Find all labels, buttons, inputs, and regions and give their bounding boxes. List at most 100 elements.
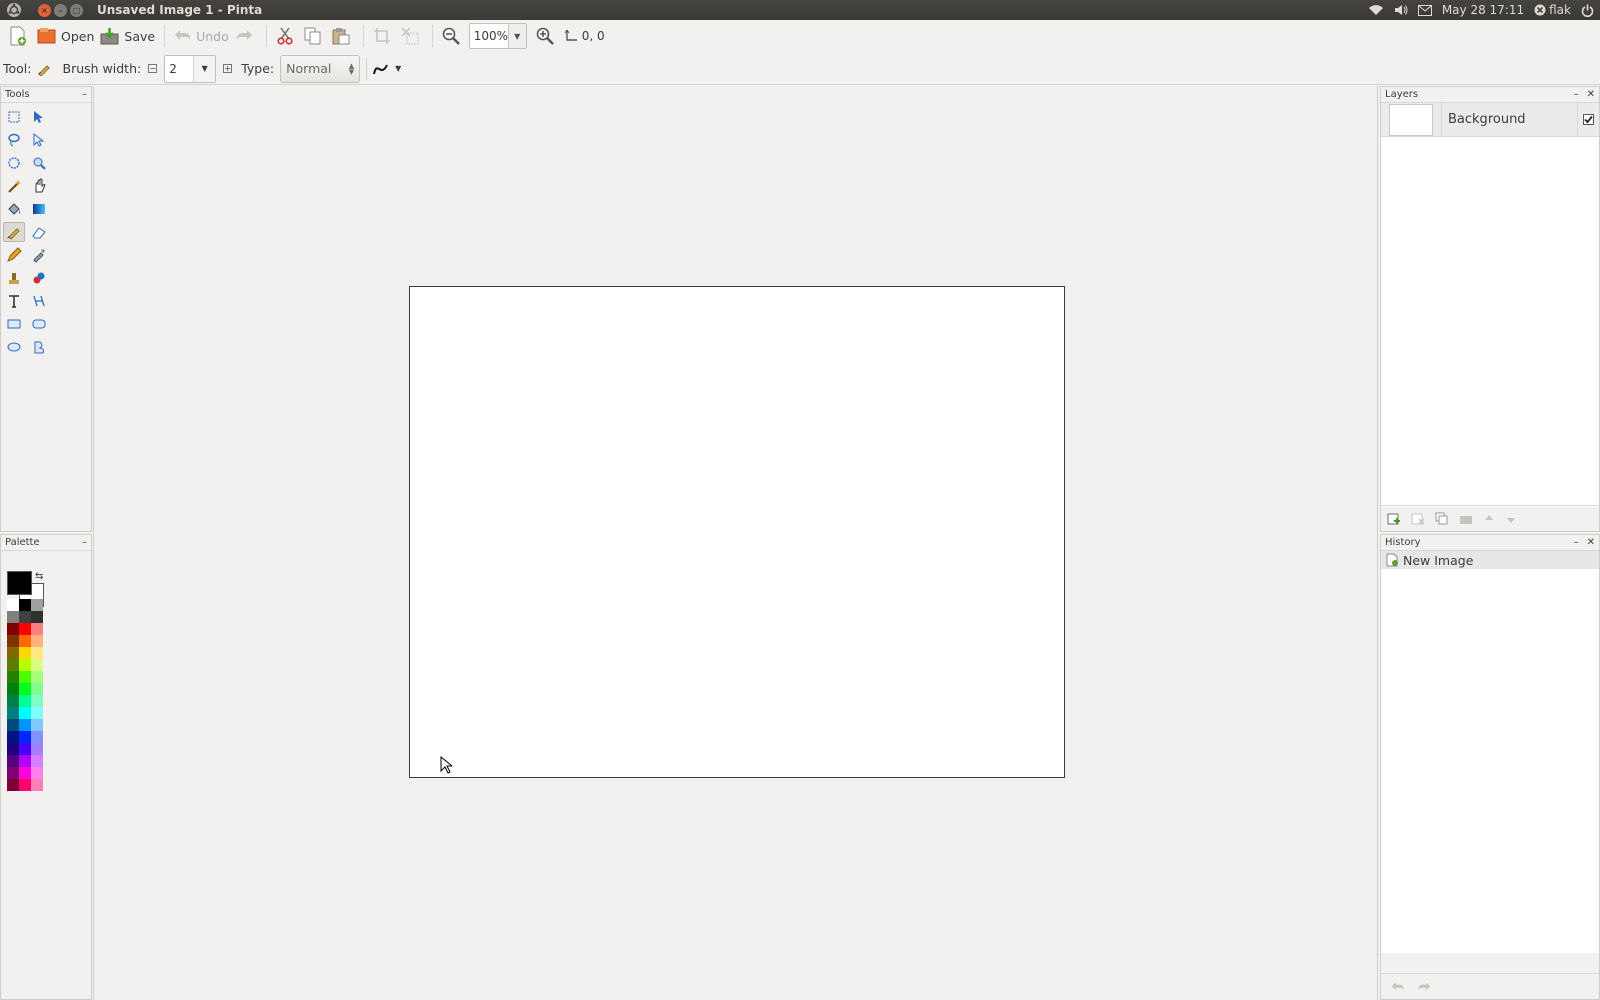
palette-color-swatch[interactable] xyxy=(7,623,19,635)
palette-color-swatch[interactable] xyxy=(7,767,19,779)
palette-color-swatch[interactable] xyxy=(19,755,31,767)
wifi-icon[interactable] xyxy=(1368,4,1384,16)
color-picker-tool-button[interactable] xyxy=(28,245,50,265)
palette-color-swatch[interactable] xyxy=(19,767,31,779)
paste-button[interactable] xyxy=(329,22,357,50)
brush-width-combo[interactable]: 2 ▼ xyxy=(164,54,217,83)
palette-color-swatch[interactable] xyxy=(19,743,31,755)
palette-color-swatch[interactable] xyxy=(31,707,43,719)
palette-color-swatch[interactable] xyxy=(7,743,19,755)
window-minimize-button[interactable]: – xyxy=(54,3,67,17)
power-icon[interactable] xyxy=(1581,4,1594,17)
cut-button[interactable] xyxy=(273,22,301,50)
palette-color-swatch[interactable] xyxy=(31,779,43,791)
minimize-icon[interactable]: – xyxy=(1574,89,1579,100)
brush-width-value[interactable]: 2 xyxy=(165,62,193,76)
palette-color-swatch[interactable] xyxy=(7,671,19,683)
palette-color-swatch[interactable] xyxy=(31,659,43,671)
palette-color-swatch[interactable] xyxy=(31,767,43,779)
copy-button[interactable] xyxy=(301,22,329,50)
type-combo[interactable]: Normal ▲ ▼ xyxy=(280,54,361,83)
redo-button[interactable] xyxy=(232,22,260,50)
save-button[interactable]: Save xyxy=(97,22,158,50)
window-close-button[interactable]: × xyxy=(38,3,51,17)
palette-color-swatch[interactable] xyxy=(31,623,43,635)
palette-color-swatch[interactable] xyxy=(19,635,31,647)
merge-layer-down-icon[interactable] xyxy=(1459,512,1473,526)
duplicate-layer-icon[interactable] xyxy=(1435,512,1449,526)
chevron-down-icon[interactable]: ▼ xyxy=(507,24,526,48)
palette-color-swatch[interactable] xyxy=(7,707,19,719)
palette-color-swatch[interactable] xyxy=(7,731,19,743)
palette-color-swatch[interactable] xyxy=(19,731,31,743)
palette-color-swatch[interactable] xyxy=(31,611,43,623)
user-icon[interactable]: flak xyxy=(1534,3,1571,17)
chevron-down-icon[interactable]: ▼ xyxy=(193,55,216,82)
zoom-value[interactable]: 100% xyxy=(470,29,508,43)
move-selected-tool-button[interactable] xyxy=(28,107,50,127)
palette-color-swatch[interactable] xyxy=(7,755,19,767)
palette-color-swatch[interactable] xyxy=(19,719,31,731)
palette-color-swatch[interactable] xyxy=(19,707,31,719)
palette-color-swatch[interactable] xyxy=(31,731,43,743)
volume-icon[interactable] xyxy=(1394,4,1408,16)
palette-color-swatch[interactable] xyxy=(31,755,43,767)
pan-tool-button[interactable] xyxy=(28,176,50,196)
lasso-select-tool-button[interactable] xyxy=(3,130,25,150)
mail-icon[interactable] xyxy=(1417,4,1432,16)
palette-color-swatch[interactable] xyxy=(31,671,43,683)
palette-color-swatch[interactable] xyxy=(31,683,43,695)
rectangle-tool-button[interactable] xyxy=(3,314,25,334)
palette-color-swatch[interactable] xyxy=(19,695,31,707)
palette-color-swatch[interactable] xyxy=(7,635,19,647)
chevron-down-icon[interactable]: ▼ xyxy=(395,64,401,73)
palette-color-swatch[interactable] xyxy=(31,647,43,659)
eraser-tool-button[interactable] xyxy=(28,222,50,242)
redo-icon[interactable] xyxy=(1417,981,1431,993)
primary-color-swatch[interactable] xyxy=(7,571,32,595)
palette-color-swatch[interactable] xyxy=(19,671,31,683)
palette-color-swatch[interactable] xyxy=(31,743,43,755)
palette-color-swatch[interactable] xyxy=(19,623,31,635)
palette-color-swatch[interactable] xyxy=(31,599,43,611)
move-selection-tool-button[interactable] xyxy=(28,130,50,150)
ellipse-select-tool-button[interactable] xyxy=(3,153,25,173)
palette-color-swatch[interactable] xyxy=(7,599,19,611)
increase-brush-width-button[interactable]: + xyxy=(223,64,233,73)
palette-color-swatch[interactable] xyxy=(7,779,19,791)
palette-color-swatch[interactable] xyxy=(7,683,19,695)
zoom-combo[interactable]: 100% ▼ xyxy=(468,23,527,49)
palette-color-swatch[interactable] xyxy=(7,659,19,671)
collapse-icon[interactable]: – xyxy=(82,537,87,548)
line-curve-tool-button[interactable] xyxy=(28,291,50,311)
open-button[interactable]: Open xyxy=(34,22,97,50)
rectangle-select-tool-button[interactable] xyxy=(3,107,25,127)
clone-stamp-tool-button[interactable] xyxy=(3,268,25,288)
gradient-tool-button[interactable] xyxy=(28,199,50,219)
image-canvas[interactable] xyxy=(409,286,1065,778)
zoom-in-button[interactable] xyxy=(533,22,561,50)
paintbrush-tool-button[interactable] xyxy=(3,222,25,242)
close-icon[interactable]: ✕ xyxy=(1587,89,1595,100)
palette-color-swatch[interactable] xyxy=(19,683,31,695)
add-layer-icon[interactable] xyxy=(1387,512,1401,526)
palette-color-swatch[interactable] xyxy=(19,779,31,791)
collapse-icon[interactable]: – xyxy=(82,89,87,100)
swap-colors-icon[interactable]: ⇆ xyxy=(35,571,43,582)
move-layer-down-icon[interactable] xyxy=(1505,513,1517,525)
canvas-area[interactable] xyxy=(93,86,1378,1000)
antialiasing-dropdown[interactable]: ▼ xyxy=(373,62,401,76)
text-tool-button[interactable] xyxy=(3,291,25,311)
palette-color-swatch[interactable] xyxy=(19,599,31,611)
minimize-icon[interactable]: – xyxy=(1574,537,1579,548)
palette-color-swatch[interactable] xyxy=(7,719,19,731)
layer-row[interactable]: Background xyxy=(1381,102,1599,137)
move-layer-up-icon[interactable] xyxy=(1483,513,1495,525)
history-item[interactable]: New Image xyxy=(1381,551,1599,569)
pencil-tool-button[interactable] xyxy=(3,245,25,265)
window-maximize-button[interactable]: □ xyxy=(70,3,83,17)
undo-button[interactable]: Undo xyxy=(171,22,232,50)
magic-wand-tool-button[interactable] xyxy=(3,176,25,196)
palette-color-swatch[interactable] xyxy=(31,635,43,647)
paint-bucket-tool-button[interactable] xyxy=(3,199,25,219)
